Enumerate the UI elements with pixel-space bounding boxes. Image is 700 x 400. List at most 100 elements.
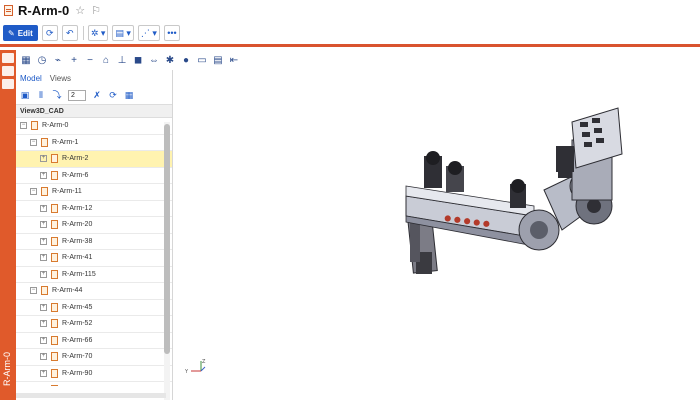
part-icon bbox=[51, 385, 58, 386]
horizontal-scrollbar[interactable] bbox=[16, 393, 166, 398]
part-icon bbox=[51, 253, 58, 263]
part-icon bbox=[51, 352, 58, 362]
structure-tree: − R-Arm-0− R-Arm-1 + R-Arm-2 + R-Arm-6 − R-Arm-1… bbox=[16, 118, 172, 386]
tree-row-label: R-Arm-41 bbox=[62, 254, 93, 262]
filter-icon[interactable]: ✗ bbox=[92, 90, 102, 100]
star-icon[interactable]: ☆ bbox=[75, 4, 85, 17]
expand-toggle-icon[interactable]: − bbox=[30, 287, 37, 295]
cube-icon[interactable] bbox=[2, 66, 14, 76]
columns-icon[interactable]: ⦀ bbox=[36, 90, 46, 100]
home-icon[interactable]: ⌂ bbox=[100, 54, 112, 66]
folder-icon[interactable]: ▭ bbox=[196, 54, 208, 66]
refresh-button[interactable]: ⟳ bbox=[41, 25, 58, 41]
reload-icon[interactable]: ⟳ bbox=[108, 90, 118, 100]
expand-toggle-icon[interactable]: − bbox=[20, 122, 27, 130]
part-icon bbox=[51, 335, 58, 345]
measure-icon[interactable]: ⊥ bbox=[116, 54, 128, 66]
excel-icon[interactable]: ▦ bbox=[124, 90, 134, 100]
scrollbar-thumb[interactable] bbox=[164, 124, 170, 354]
tree-row-label: R-Arm-115 bbox=[62, 270, 96, 278]
expand-toggle-icon[interactable]: + bbox=[40, 254, 47, 262]
3d-viewport[interactable]: ● ● ● ● ● bbox=[174, 70, 700, 400]
zoom-in-icon[interactable]: + bbox=[68, 54, 80, 66]
page-title: R-Arm-0 bbox=[18, 2, 70, 18]
expand-toggle-icon[interactable]: + bbox=[40, 336, 47, 344]
svg-text:Y: Y bbox=[184, 369, 189, 374]
cube-view-icon[interactable]: ◼ bbox=[132, 54, 144, 66]
action-toolbar: ✎ Edit ⟳ ↶ ✲ ▾ ▤ ▾ ⋰ ▾ ••• bbox=[0, 22, 700, 44]
tree-row[interactable]: + R-Arm-20 bbox=[16, 217, 172, 234]
expand-toggle-icon[interactable]: + bbox=[40, 155, 47, 163]
more-button[interactable]: ••• bbox=[163, 25, 180, 41]
tab-views[interactable]: Views bbox=[50, 74, 71, 83]
report-icon[interactable]: ▤ bbox=[212, 54, 224, 66]
zoom-out-icon[interactable]: − bbox=[84, 54, 96, 66]
tab-model[interactable]: Model bbox=[20, 74, 42, 83]
tree-row[interactable]: + R-Arm-45 bbox=[16, 300, 172, 316]
tree-row[interactable]: +R-Arm-92 bbox=[16, 382, 172, 386]
expand-toggle-icon[interactable]: + bbox=[40, 204, 47, 212]
share-dropdown[interactable]: ⋰ ▾ bbox=[137, 25, 160, 41]
flag-icon[interactable]: ⚐ bbox=[91, 4, 101, 17]
history-icon[interactable]: ◷ bbox=[36, 54, 48, 66]
part-icon bbox=[51, 220, 58, 230]
tree-row[interactable]: + R-Arm-2 bbox=[16, 151, 172, 168]
part-icon bbox=[51, 203, 58, 213]
rail-label: R-Arm-0 bbox=[2, 352, 12, 386]
tree-row[interactable]: − R-Arm-0 bbox=[16, 118, 172, 135]
tree-row[interactable]: + R-Arm-12 bbox=[16, 201, 172, 217]
tree-row[interactable]: − R-Arm-1 bbox=[16, 135, 172, 151]
part-icon bbox=[51, 154, 58, 164]
tree-row-label: R-Arm-11 bbox=[52, 188, 82, 196]
beam-motors bbox=[424, 151, 464, 192]
svg-text:Z: Z bbox=[202, 359, 206, 365]
tree-row-label: R-Arm-44 bbox=[52, 287, 83, 295]
tree-row[interactable]: + R-Arm-70 bbox=[16, 349, 172, 366]
explode-icon[interactable]: ✱ bbox=[164, 54, 176, 66]
tree-row-label: R-Arm-52 bbox=[62, 320, 93, 328]
tree-row[interactable]: + R-Arm-38 bbox=[16, 234, 172, 250]
vertical-scrollbar[interactable] bbox=[164, 122, 170, 400]
part-icon bbox=[41, 187, 48, 197]
title-bar: R-Arm-0 ☆ ⚐ bbox=[0, 0, 700, 20]
undo-button[interactable]: ↶ bbox=[61, 25, 78, 41]
tree-row[interactable]: + R-Arm-90 bbox=[16, 366, 172, 382]
document-dropdown[interactable]: ▤ ▾ bbox=[112, 25, 134, 41]
expand-toggle-icon[interactable]: + bbox=[40, 237, 47, 245]
structure-icon[interactable] bbox=[2, 53, 14, 63]
tree-row[interactable]: + R-Arm-66 bbox=[16, 333, 172, 349]
tree-row-label: R-Arm-38 bbox=[62, 237, 93, 245]
tree-row[interactable]: − R-Arm-11 bbox=[16, 184, 172, 201]
edit-button[interactable]: ✎ Edit bbox=[3, 25, 38, 41]
tree-row[interactable]: − R-Arm-44 bbox=[16, 283, 172, 300]
tree-row-label: R-Arm-45 bbox=[62, 303, 93, 311]
robot-arm-model[interactable]: ● ● ● ● ● bbox=[174, 70, 700, 400]
expand-toggle-icon[interactable]: − bbox=[30, 188, 37, 196]
tree-row[interactable]: + R-Arm-52 bbox=[16, 316, 172, 333]
pin-icon[interactable]: ⌁ bbox=[52, 54, 64, 66]
level-input[interactable]: 2 bbox=[68, 89, 86, 101]
expand-toggle-icon[interactable]: + bbox=[40, 353, 47, 361]
expand-toggle-icon[interactable]: + bbox=[40, 171, 47, 179]
material-icon[interactable]: ● bbox=[180, 54, 192, 66]
expand-toggle-icon[interactable]: + bbox=[40, 369, 47, 377]
monitor-icon[interactable]: ▣ bbox=[20, 90, 30, 100]
expand-tree-icon[interactable]: ⤵ bbox=[52, 90, 62, 100]
part-icon bbox=[51, 236, 58, 246]
part-icon bbox=[51, 302, 58, 312]
section-icon[interactable]: ⇔ bbox=[148, 54, 160, 66]
structure-dropdown[interactable]: ✲ ▾ bbox=[87, 25, 109, 41]
tree-row[interactable]: + R-Arm-6 bbox=[16, 168, 172, 184]
expand-toggle-icon[interactable]: + bbox=[40, 221, 47, 229]
expand-toggle-icon[interactable]: − bbox=[30, 138, 37, 146]
tree-view-icon[interactable]: ▦ bbox=[20, 54, 32, 66]
warning-icon[interactable] bbox=[2, 79, 14, 89]
exit-icon[interactable]: ⇤ bbox=[228, 54, 240, 66]
expand-toggle-icon[interactable]: + bbox=[40, 320, 47, 328]
tree-row[interactable]: + R-Arm-41 bbox=[16, 250, 172, 267]
expand-toggle-icon[interactable]: + bbox=[40, 303, 47, 311]
tree-row[interactable]: + R-Arm-115 bbox=[16, 267, 172, 283]
tree-row-label: R-Arm-70 bbox=[62, 353, 93, 361]
expand-toggle-icon[interactable]: + bbox=[40, 270, 47, 278]
clipboard-icon: ▤ ▾ bbox=[115, 27, 131, 38]
